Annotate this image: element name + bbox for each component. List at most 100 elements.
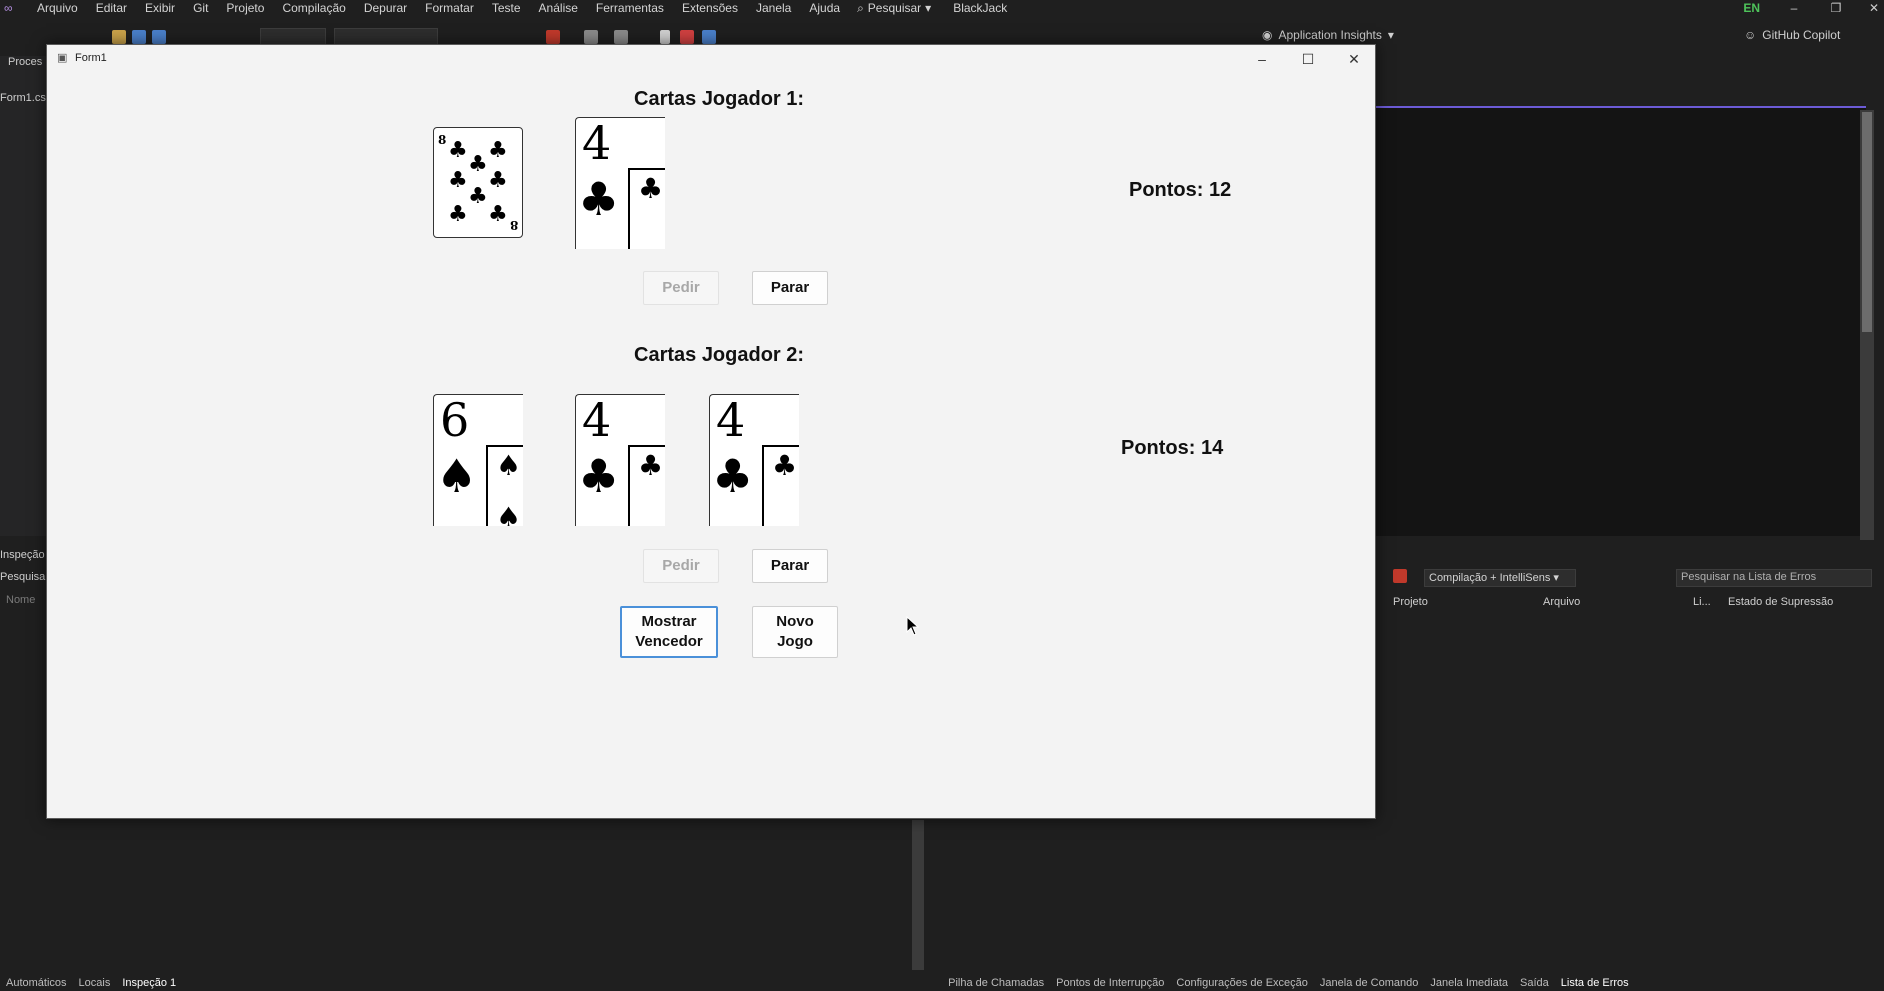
- club-pip-icon: ♣: [468, 152, 488, 177]
- window-icon[interactable]: [614, 30, 628, 44]
- tab-pontos-interrupcao[interactable]: Pontos de Interrupção: [1050, 977, 1170, 989]
- menu-ajuda[interactable]: Ajuda: [800, 0, 849, 16]
- search-icon: ⌕: [857, 0, 864, 15]
- form-window: ▣ Form1 – ☐ ✕ Cartas Jogador 1: 8 8 ♣ ♣ …: [46, 44, 1376, 819]
- save-icon[interactable]: [132, 30, 146, 44]
- search-menu[interactable]: ⌕ Pesquisar ▾: [849, 1, 939, 16]
- tab-automaticos[interactable]: Automáticos: [0, 977, 73, 989]
- menu-formatar[interactable]: Formatar: [416, 0, 483, 16]
- tab-inspecao-1[interactable]: Inspeção 1: [116, 977, 182, 989]
- menu-janela[interactable]: Janela: [747, 0, 800, 16]
- menu-compilacao[interactable]: Compilação: [273, 0, 354, 16]
- tab-locais[interactable]: Locais: [73, 977, 117, 989]
- player1-hit-button[interactable]: Pedir: [643, 271, 719, 305]
- club-pip-icon: ♣: [488, 202, 508, 227]
- player2-title: Cartas Jogador 2:: [634, 344, 805, 366]
- stop-icon[interactable]: [680, 30, 694, 44]
- player2-points: Pontos: 14: [1121, 437, 1224, 459]
- menu-arquivo[interactable]: Arquivo: [28, 0, 87, 16]
- card-rank: 6: [440, 394, 470, 447]
- new-game-label-1: Novo: [776, 613, 814, 630]
- club-pip-icon: ♣: [488, 138, 508, 163]
- error-scope-combo[interactable]: Compilação + IntelliSens ▾: [1424, 569, 1576, 587]
- club-pip-icon: ♣: [448, 202, 468, 227]
- process-label: Proces: [8, 56, 43, 68]
- ide-restore-icon[interactable]: ❐: [1816, 0, 1856, 16]
- player2-card-1: 6 ♠ ♠ ♠: [433, 394, 523, 526]
- card-index-top: 8: [438, 133, 447, 147]
- show-winner-button[interactable]: Mostrar Vencedor: [620, 606, 718, 658]
- search-menu-label: Pesquisar: [867, 1, 922, 15]
- card-index-bottom: 8: [509, 218, 518, 232]
- club-pip-icon: ♣: [488, 168, 508, 193]
- editor-scrollbar-thumb[interactable]: [1862, 112, 1872, 332]
- error-column-supressao[interactable]: Estado de Supressão: [1728, 596, 1833, 608]
- language-badge[interactable]: EN: [1743, 1, 1760, 15]
- toolbox-icon[interactable]: [584, 30, 598, 44]
- chevron-down-icon: ▾: [1387, 28, 1394, 42]
- copilot-label: GitHub Copilot: [1762, 28, 1841, 42]
- club-icon: ♣: [578, 172, 620, 226]
- application-insights-button[interactable]: ◉ Application Insights ▾: [1262, 28, 1394, 42]
- player2-card-3: 4 ♣ ♣: [709, 394, 799, 526]
- error-column-arquivo[interactable]: Arquivo: [1543, 596, 1580, 608]
- spade-icon: ♠: [496, 449, 522, 482]
- code-editor-area[interactable]: [1376, 106, 1866, 536]
- menu-analise[interactable]: Análise: [530, 0, 587, 16]
- visual-studio-logo-icon[interactable]: ∞: [4, 1, 22, 15]
- menu-git[interactable]: Git: [184, 0, 217, 16]
- tab-config-excecao[interactable]: Configurações de Exceção: [1170, 977, 1313, 989]
- player1-stand-button[interactable]: Parar: [752, 271, 828, 305]
- minimize-icon[interactable]: –: [1247, 49, 1277, 69]
- debug-target-icon[interactable]: [546, 30, 560, 44]
- restart-icon[interactable]: [702, 30, 716, 44]
- bottom-tab-bar: Automáticos Locais Inspeção 1 Pilha de C…: [0, 975, 1884, 991]
- club-pip-icon: ♣: [468, 184, 488, 209]
- tab-janela-imediata[interactable]: Janela Imediata: [1424, 977, 1514, 989]
- error-list-search[interactable]: Pesquisar na Lista de Erros: [1676, 569, 1872, 587]
- error-column-projeto[interactable]: Projeto: [1393, 596, 1428, 608]
- pause-icon[interactable]: [660, 30, 670, 44]
- error-filter-icon[interactable]: [1393, 569, 1407, 583]
- menu-projeto[interactable]: Projeto: [217, 0, 273, 16]
- ide-close-icon[interactable]: ✕: [1854, 0, 1884, 16]
- insights-icon: ◉: [1262, 28, 1273, 42]
- club-icon: ♣: [638, 449, 664, 482]
- chevron-down-icon: ▾: [925, 1, 932, 15]
- tab-pilha-chamadas[interactable]: Pilha de Chamadas: [942, 977, 1050, 989]
- new-game-label-2: Jogo: [777, 633, 813, 650]
- spade-icon: ♠: [436, 449, 478, 503]
- card-rank: 4: [582, 117, 612, 170]
- file-tab-form1[interactable]: Form1.cs: [0, 92, 46, 104]
- card-rank: 4: [582, 394, 612, 447]
- club-pip-icon: ♣: [448, 168, 468, 193]
- player2-stand-button[interactable]: Parar: [752, 549, 828, 583]
- menu-depurar[interactable]: Depurar: [355, 0, 416, 16]
- ide-minimize-icon[interactable]: –: [1774, 0, 1814, 16]
- tab-lista-erros[interactable]: Lista de Erros: [1555, 977, 1635, 989]
- maximize-icon[interactable]: ☐: [1293, 49, 1323, 69]
- github-copilot-button[interactable]: ☺ GitHub Copilot: [1744, 28, 1840, 42]
- panel-splitter[interactable]: [912, 820, 924, 970]
- error-column-linha[interactable]: Li...: [1693, 596, 1711, 608]
- menu-extensoes[interactable]: Extensões: [673, 0, 747, 16]
- copilot-icon: ☺: [1744, 28, 1757, 42]
- save-all-icon[interactable]: [152, 30, 166, 44]
- error-search-placeholder: Pesquisar na Lista de Erros: [1681, 571, 1817, 583]
- menu-exibir[interactable]: Exibir: [136, 0, 184, 16]
- club-pip-icon: ♣: [448, 138, 468, 163]
- form-titlebar[interactable]: ▣ Form1 – ☐ ✕: [47, 45, 1375, 73]
- player2-hit-button[interactable]: Pedir: [643, 549, 719, 583]
- menu-ferramentas[interactable]: Ferramentas: [587, 0, 673, 16]
- menu-editar[interactable]: Editar: [87, 0, 136, 16]
- player1-points: Pontos: 12: [1129, 179, 1232, 201]
- inspection-search[interactable]: Pesquisa: [0, 571, 45, 583]
- menu-teste[interactable]: Teste: [483, 0, 530, 16]
- new-game-button[interactable]: Novo Jogo: [752, 606, 838, 658]
- open-folder-icon[interactable]: [112, 30, 126, 44]
- player1-card-2: 4 ♣ ♣: [575, 117, 665, 249]
- close-icon[interactable]: ✕: [1339, 49, 1369, 69]
- tab-saida[interactable]: Saída: [1514, 977, 1555, 989]
- tab-janela-comando[interactable]: Janela de Comando: [1314, 977, 1424, 989]
- windows-form-icon: ▣: [57, 52, 68, 64]
